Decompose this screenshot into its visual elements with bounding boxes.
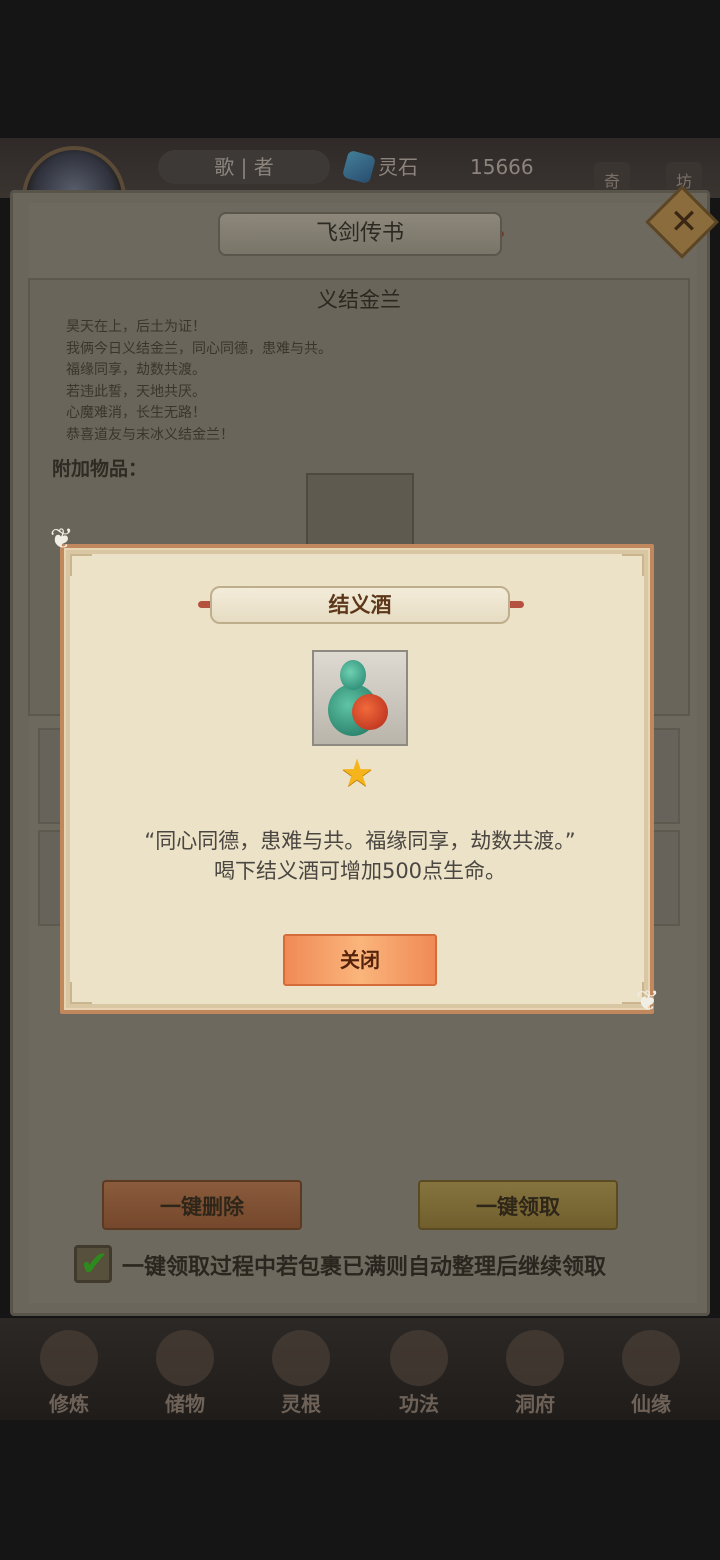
- nav-item-spirit-root[interactable]: 灵根: [256, 1330, 346, 1416]
- player-name: 歌 | 者: [158, 150, 330, 184]
- modal-close-button[interactable]: 关闭: [283, 934, 437, 986]
- nav-label: 储物: [165, 1392, 205, 1416]
- mail-line: 心魔难消，长生无路！: [66, 405, 206, 421]
- item-description: “同心同德，患难与共。福缘同享，劫数共渡。” 喝下结义酒可增加500点生命。: [60, 826, 660, 886]
- storage-bag-icon: [156, 1330, 214, 1386]
- nav-item-storage[interactable]: 储物: [140, 1330, 230, 1416]
- item-effect: 喝下结义酒可增加500点生命。: [213, 859, 507, 883]
- panel-title: 飞剑传书: [218, 212, 502, 256]
- item-title: 结义酒: [210, 586, 510, 624]
- modal-corner-ornament: [70, 554, 92, 576]
- mail-line: 若违此誓，天地共厌。: [66, 383, 206, 400]
- spirit-root-icon: [272, 1330, 330, 1386]
- mail-line: 恭喜道友与末冰义结金兰！: [66, 426, 234, 443]
- nav-label: 功法: [399, 1392, 439, 1416]
- close-icon[interactable]: ✕: [662, 200, 706, 244]
- modal-corner-ornament: [70, 982, 92, 1004]
- cave-mansion-icon: [506, 1330, 564, 1386]
- resource-label: 灵石: [378, 155, 418, 179]
- mail-line: 我俩今日义结金兰，同心同德，患难与共。: [66, 340, 332, 357]
- mail-line: 福缘同享，劫数共渡。: [66, 362, 206, 378]
- auto-sort-label: 一键领取过程中若包裹已满则自动整理后继续领取: [122, 1255, 607, 1280]
- nav-item-cave[interactable]: 洞府: [490, 1330, 580, 1416]
- star-rating-icon: ★: [340, 751, 375, 795]
- nav-label: 修炼: [49, 1392, 89, 1416]
- wine-gourd-top: [340, 660, 366, 690]
- mail-title: 义结金兰: [317, 288, 401, 312]
- nav-item-fate[interactable]: 仙缘: [606, 1330, 696, 1416]
- checkmark-icon: ✔: [80, 1244, 109, 1284]
- nav-label: 灵根: [281, 1392, 321, 1416]
- cultivate-icon: [40, 1330, 98, 1386]
- attachment-item-slot[interactable]: [306, 473, 414, 553]
- immortal-fate-icon: [622, 1330, 680, 1386]
- modal-corner-ornament: [622, 554, 644, 576]
- resource-value: 15666: [470, 155, 534, 179]
- nav-item-technique[interactable]: 功法: [374, 1330, 464, 1416]
- nav-item-cultivate[interactable]: 修炼: [24, 1330, 114, 1416]
- nav-label: 洞府: [515, 1392, 555, 1416]
- technique-book-icon: [390, 1330, 448, 1386]
- item-quote: “同心同德，患难与共。福缘同享，劫数共渡。”: [144, 829, 576, 853]
- mail-line: 昊天在上，后土为证！: [66, 319, 206, 335]
- collect-all-button[interactable]: 一键领取: [418, 1180, 618, 1230]
- attachment-label: 附加物品：: [52, 458, 148, 480]
- wine-gourd-seal: [352, 694, 388, 730]
- feather-ornament-icon: ❦: [636, 984, 660, 1017]
- delete-all-button[interactable]: 一键删除: [102, 1180, 302, 1230]
- nav-label: 仙缘: [631, 1392, 671, 1416]
- feather-ornament-icon: ❦: [50, 522, 74, 555]
- mail-body: 昊天在上，后土为证！ 我俩今日义结金兰，同心同德，患难与共。 福缘同享，劫数共渡…: [66, 317, 332, 446]
